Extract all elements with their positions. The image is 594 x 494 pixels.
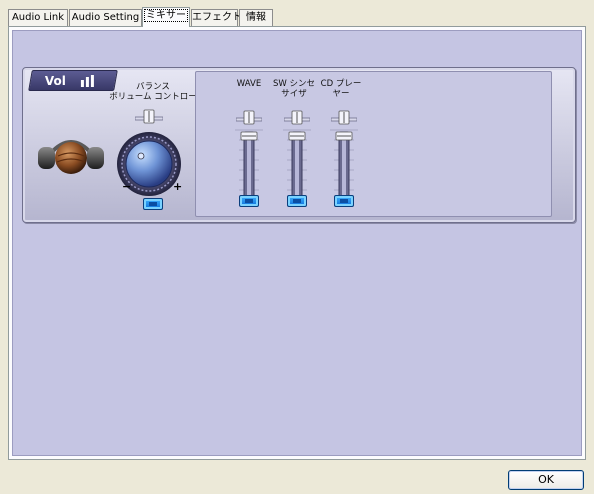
- channel-balance-slider[interactable]: [331, 109, 357, 125]
- mixer-area: Vol バランス ボリューム コントロー − + WAVE SW シンセ サイザ…: [12, 30, 582, 456]
- channel-label-line2: サイザ: [281, 89, 307, 99]
- master-label-line1: バランス: [136, 82, 170, 92]
- master-mute-button[interactable]: [143, 198, 163, 210]
- channel-mute-button[interactable]: [239, 195, 259, 207]
- knob-plus-sign: +: [173, 180, 183, 193]
- channel-volume-fader[interactable]: [324, 126, 364, 206]
- channel-label-sw-synth: SW シンセ サイザ: [271, 79, 317, 99]
- channel-mute-button[interactable]: [334, 195, 354, 207]
- knob-minus-sign: −: [122, 180, 132, 193]
- tab-mixer[interactable]: ミキサー: [142, 7, 190, 27]
- channel-label-line2: ヤー: [332, 89, 350, 99]
- headphones-icon: [38, 140, 104, 174]
- channel-mute-button[interactable]: [287, 195, 307, 207]
- channel-volume-fader[interactable]: [277, 126, 317, 206]
- master-label-line2: ボリューム コントロー: [109, 92, 197, 102]
- channel-balance-slider[interactable]: [236, 109, 262, 125]
- channel-volume-fader[interactable]: [229, 126, 269, 206]
- channel-strip-area: WAVE SW シンセ サイザ CD プレー ヤー: [195, 71, 552, 217]
- tab-panel: Vol バランス ボリューム コントロー − + WAVE SW シンセ サイザ…: [8, 26, 586, 460]
- tab-audio-setting[interactable]: Audio Setting: [69, 9, 142, 26]
- channel-label-line1: WAVE: [236, 79, 262, 89]
- channel-label-line1: SW シンセ: [272, 79, 315, 89]
- tab-info[interactable]: 情報: [239, 9, 273, 26]
- channel-balance-slider[interactable]: [284, 109, 310, 125]
- channel-label-wave: WAVE: [226, 79, 272, 89]
- vol-tab-label: Vol: [44, 74, 66, 88]
- tab-effect[interactable]: エフェクト: [191, 9, 242, 26]
- master-balance-slider[interactable]: [135, 108, 163, 124]
- tab-audio-link[interactable]: Audio Link: [8, 9, 68, 26]
- channel-label-line1: CD プレー: [320, 79, 362, 89]
- tab-mixer-label: ミキサー: [144, 9, 188, 22]
- master-volume-label: バランス ボリューム コントロー: [105, 82, 201, 102]
- mixer-frame: Vol バランス ボリューム コントロー − + WAVE SW シンセ サイザ…: [22, 67, 576, 223]
- vol-bars-icon: [80, 75, 94, 87]
- ok-button[interactable]: OK: [508, 470, 584, 490]
- channel-label-cd-player: CD プレー ヤー: [318, 79, 364, 99]
